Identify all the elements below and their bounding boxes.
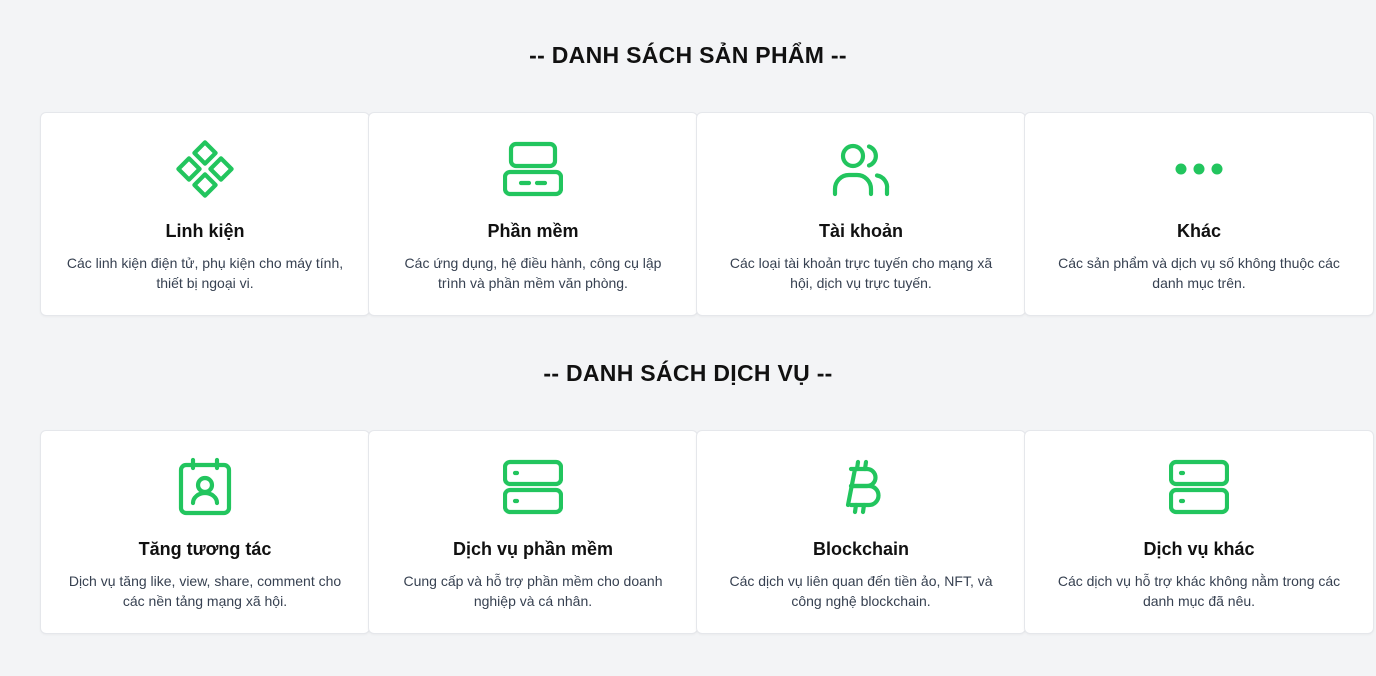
server-icon [1169, 457, 1229, 517]
card-description: Các linh kiện điện tử, phụ kiện cho máy … [66, 255, 344, 291]
card-title: Phần mềm [487, 221, 579, 241]
services-section-title: -- DANH SÁCH DỊCH VỤ -- [543, 360, 833, 386]
card-description: Các ứng dụng, hệ điều hành, công cụ lập … [404, 255, 662, 291]
contact-card-icon [175, 457, 235, 517]
service-card-blockchain[interactable]: Blockchain Các dịch vụ liên quan đến tiề… [696, 430, 1026, 634]
card-title: Blockchain [812, 539, 910, 559]
card-title: Linh kiện [165, 221, 245, 241]
more-dots-icon [1169, 139, 1229, 199]
products-section-title: -- DANH SÁCH SẢN PHẨM -- [529, 42, 847, 68]
card-description: Các sản phẩm và dịch vụ số không thuộc c… [1058, 255, 1340, 291]
card-title: Khác [1176, 221, 1221, 241]
card-description: Cung cấp và hỗ trợ phần mềm cho doanh ng… [403, 573, 663, 609]
service-card-dich-vu-phan-mem[interactable]: Dịch vụ phần mềm Cung cấp và hỗ trợ phần… [368, 430, 698, 634]
products-card-row: Linh kiện Các linh kiện điện tử, phụ kiệ… [40, 112, 1374, 318]
users-icon [831, 139, 891, 199]
product-card-tai-khoan[interactable]: Tài khoản Các loại tài khoản trực tuyến … [696, 112, 1026, 316]
service-card-dich-vu-khac[interactable]: Dịch vụ khác Các dịch vụ hỗ trợ khác khô… [1024, 430, 1374, 634]
services-card-row: Tăng tương tác Dịch vụ tăng like, view, … [40, 430, 1374, 636]
product-card-linh-kien[interactable]: Linh kiện Các linh kiện điện tử, phụ kiệ… [40, 112, 370, 316]
product-card-phan-mem[interactable]: Phần mềm Các ứng dụng, hệ điều hành, côn… [368, 112, 698, 316]
bitcoin-icon [831, 457, 891, 517]
card-description: Các loại tài khoản trực tuyến cho mạng x… [729, 255, 993, 291]
card-description: Dịch vụ tăng like, view, share, comment … [68, 573, 342, 609]
service-card-tang-tuong-tac[interactable]: Tăng tương tác Dịch vụ tăng like, view, … [40, 430, 370, 634]
diamond-grid-icon [175, 139, 235, 199]
card-description: Các dịch vụ hỗ trợ khác không nằm trong … [1057, 573, 1341, 609]
card-title: Tăng tương tác [138, 539, 272, 559]
card-title: Dịch vụ khác [1143, 539, 1255, 559]
card-description: Các dịch vụ liên quan đến tiền ảo, NFT, … [729, 573, 993, 609]
server-icon [503, 457, 563, 517]
product-card-khac[interactable]: Khác Các sản phẩm và dịch vụ số không th… [1024, 112, 1374, 316]
card-title: Dịch vụ phần mềm [452, 539, 614, 559]
app-window-icon [503, 139, 563, 199]
card-title: Tài khoản [818, 221, 903, 241]
